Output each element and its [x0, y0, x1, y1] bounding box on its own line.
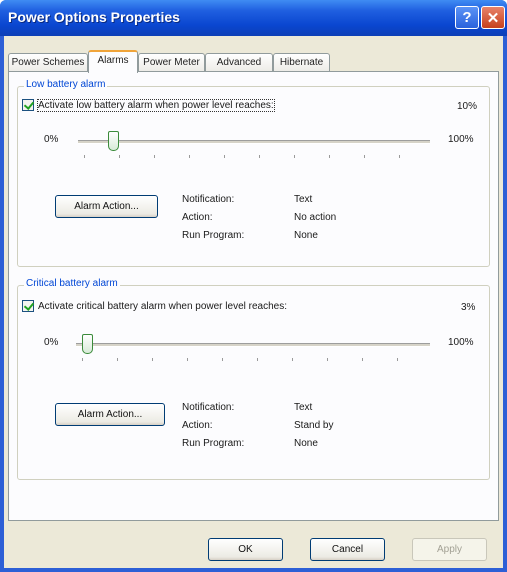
low-slider-tick: [259, 155, 260, 158]
critical-battery-group-label: Critical battery alarm: [24, 278, 120, 289]
low-program-value: None: [294, 230, 318, 241]
low-action-value: No action: [294, 212, 337, 223]
critical-slider-tick: [222, 358, 223, 361]
close-button[interactable]: ✕: [481, 6, 505, 29]
low-battery-checkbox[interactable]: [22, 99, 34, 111]
low-slider-tick: [329, 155, 330, 158]
critical-slider-tick: [257, 358, 258, 361]
critical-battery-slider-thumb[interactable]: [81, 334, 93, 354]
low-slider-tick: [364, 155, 365, 158]
low-battery-slider-thumb[interactable]: [108, 131, 120, 151]
low-notification-value: Text: [294, 194, 313, 205]
critical-battery-checkbox-row[interactable]: Activate critical battery alarm when pow…: [22, 300, 287, 312]
low-alarm-action-button[interactable]: Alarm Action...: [55, 195, 158, 218]
critical-battery-group: Critical battery alarm Activate critical…: [17, 278, 490, 480]
low-action-label: Action:: [182, 212, 213, 223]
low-battery-slider-track[interactable]: [78, 140, 430, 144]
critical-battery-level-value: 3%: [461, 302, 476, 313]
low-slider-min-label: 0%: [44, 134, 59, 145]
title-bar[interactable]: Power Options Properties ? ✕: [0, 0, 507, 36]
low-program-label: Run Program:: [182, 230, 245, 241]
close-icon: ✕: [486, 9, 500, 27]
low-slider-tick: [224, 155, 225, 158]
critical-notification-value: Text: [294, 402, 313, 413]
critical-info-labels: Notification: Action: Run Program:: [182, 399, 244, 453]
alarms-tab-panel: Low battery alarm Activate low battery a…: [8, 71, 499, 521]
critical-slider-tick: [117, 358, 118, 361]
low-battery-level-value: 10%: [457, 101, 478, 112]
critical-slider-max-label: 100%: [448, 337, 474, 348]
tab-strip: Power Schemes Alarms Power Meter Advance…: [8, 50, 499, 73]
help-button[interactable]: ?: [455, 6, 479, 29]
critical-notification-label: Notification:: [182, 402, 235, 413]
low-slider-tick: [154, 155, 155, 158]
critical-slider-min-label: 0%: [44, 337, 59, 348]
low-battery-checkbox-row[interactable]: Activate low battery alarm when power le…: [22, 98, 275, 112]
low-slider-tick: [84, 155, 85, 158]
critical-alarm-action-button[interactable]: Alarm Action...: [55, 403, 165, 426]
low-slider-max-label: 100%: [448, 134, 474, 145]
low-battery-group-label: Low battery alarm: [24, 79, 108, 90]
critical-slider-tick: [327, 358, 328, 361]
tab-advanced[interactable]: Advanced: [205, 53, 273, 72]
critical-program-label: Run Program:: [182, 438, 245, 449]
low-slider-tick: [189, 155, 190, 158]
low-info-values: Text No action None: [294, 191, 336, 245]
tab-alarms[interactable]: Alarms: [88, 50, 138, 73]
critical-battery-checkbox-label[interactable]: Activate critical battery alarm when pow…: [38, 301, 287, 312]
window-title: Power Options Properties: [8, 9, 180, 25]
critical-slider-tick: [187, 358, 188, 361]
critical-action-label: Action:: [182, 420, 213, 431]
low-slider-tick: [399, 155, 400, 158]
critical-slider-tick: [397, 358, 398, 361]
critical-info-values: Text Stand by None: [294, 399, 333, 453]
critical-slider-tick: [362, 358, 363, 361]
critical-slider-tick: [82, 358, 83, 361]
critical-battery-checkbox[interactable]: [22, 300, 34, 312]
help-icon: ?: [462, 9, 472, 26]
ok-button[interactable]: OK: [208, 538, 283, 561]
tab-hibernate[interactable]: Hibernate: [273, 53, 330, 72]
power-options-window: Power Options Properties ? ✕ Power Schem…: [0, 0, 507, 572]
low-info-labels: Notification: Action: Run Program:: [182, 191, 244, 245]
critical-battery-slider-track[interactable]: [76, 343, 430, 347]
low-slider-tick: [294, 155, 295, 158]
critical-program-value: None: [294, 438, 318, 449]
dialog-client-area: Power Schemes Alarms Power Meter Advance…: [4, 36, 503, 568]
low-notification-label: Notification:: [182, 194, 235, 205]
cancel-button[interactable]: Cancel: [310, 538, 385, 561]
critical-action-value: Stand by: [294, 420, 334, 431]
critical-slider-tick: [152, 358, 153, 361]
low-slider-tick: [119, 155, 120, 158]
low-battery-checkbox-label[interactable]: Activate low battery alarm when power le…: [37, 98, 275, 112]
low-battery-group: Low battery alarm Activate low battery a…: [17, 79, 490, 267]
critical-slider-tick: [292, 358, 293, 361]
tab-power-schemes[interactable]: Power Schemes: [8, 53, 88, 72]
tab-power-meter[interactable]: Power Meter: [138, 53, 205, 72]
apply-button[interactable]: Apply: [412, 538, 487, 561]
